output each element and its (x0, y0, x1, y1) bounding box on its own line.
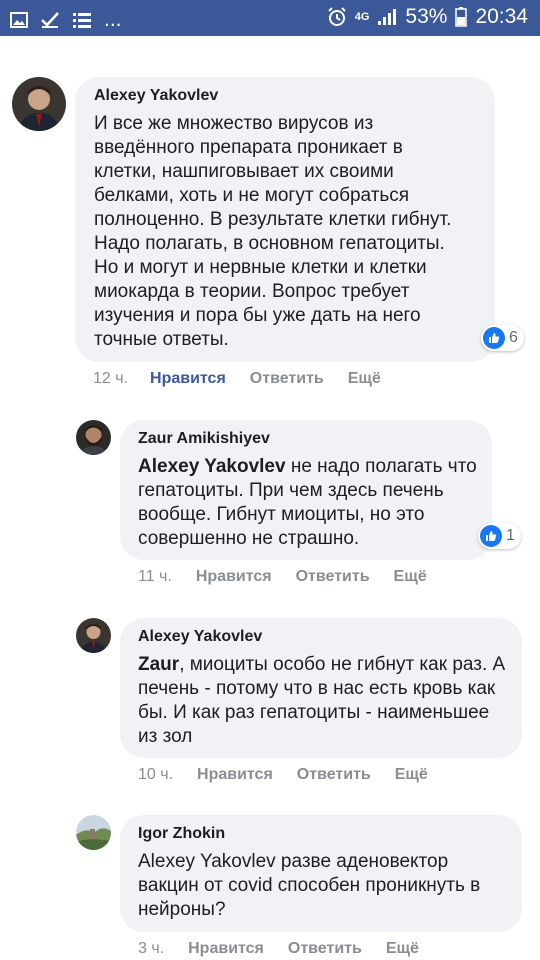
reply-button[interactable]: Ответить (250, 370, 324, 388)
more-button[interactable]: Ещё (348, 370, 381, 388)
avatar[interactable] (12, 77, 66, 131)
comment-actions: 12 ч. Нравится Ответить Ещё (93, 370, 381, 388)
comment-author[interactable]: Zaur Amikishiyev (138, 430, 270, 448)
battery-percent: 53% (405, 5, 448, 28)
battery-icon (455, 7, 468, 27)
reaction-badge[interactable]: 6 (481, 325, 524, 351)
reaction-badge[interactable]: 1 (478, 523, 521, 549)
signal-icon (378, 9, 397, 25)
more-button[interactable]: Ещё (386, 940, 419, 958)
overflow-indicator: ... (104, 8, 122, 31)
comment-author[interactable]: Igor Zhokin (138, 825, 225, 843)
mention-link[interactable]: Zaur (138, 654, 179, 675)
alarm-icon (328, 7, 346, 26)
comment-actions: 11 ч. Нравится Ответить Ещё (138, 568, 427, 586)
reply-button[interactable]: Ответить (296, 568, 370, 586)
comment-time[interactable]: 10 ч. (138, 766, 173, 784)
comment-text: Zaur, миоциты особо не гибнут как раз. А… (138, 653, 508, 749)
list-icon (73, 13, 91, 28)
comment-text: Alexey Yakovlev не надо полагать что геп… (138, 455, 478, 551)
status-bar-left: ... (10, 8, 122, 32)
reply-button[interactable]: Ответить (288, 940, 362, 958)
avatar[interactable] (76, 420, 111, 455)
status-bar-right: 4G 53% 20:34 (327, 5, 528, 29)
avatar[interactable] (76, 618, 111, 653)
status-bar: ... 4G 53% 20:34 (0, 0, 540, 36)
more-button[interactable]: Ещё (394, 568, 427, 586)
comment-text-rest: , миоциты особо не гибнут как раз. А печ… (138, 654, 506, 747)
comment-actions: 10 ч. Нравится Ответить Ещё (138, 766, 428, 784)
comment-text: Alexey Yakovlev разве аденовектор вакцин… (138, 851, 481, 920)
reply-button[interactable]: Ответить (297, 766, 371, 784)
more-button[interactable]: Ещё (395, 766, 428, 784)
image-icon (10, 12, 28, 28)
comment-text: И все же множество вирусов из введённого… (94, 113, 452, 350)
comment-actions: 3 ч. Нравится Ответить Ещё (138, 940, 419, 958)
comment-author[interactable]: Alexey Yakovlev (94, 87, 218, 105)
check-icon (41, 12, 59, 28)
clock: 20:34 (475, 5, 528, 28)
like-button[interactable]: Нравится (188, 940, 264, 958)
reaction-count: 6 (509, 329, 518, 346)
thumbs-up-icon (483, 327, 505, 349)
comment-time[interactable]: 12 ч. (93, 370, 128, 388)
mention-link[interactable]: Alexey Yakovlev (138, 456, 286, 477)
comment-time[interactable]: 3 ч. (138, 940, 164, 958)
reaction-count: 1 (506, 527, 515, 544)
avatar[interactable] (76, 815, 111, 850)
comment-time[interactable]: 11 ч. (138, 568, 172, 586)
like-button[interactable]: Нравится (197, 766, 273, 784)
like-button[interactable]: Нравится (196, 568, 272, 586)
like-button[interactable]: Нравится (150, 370, 226, 388)
comment-author[interactable]: Alexey Yakovlev (138, 628, 262, 646)
network-type: 4G (354, 10, 370, 23)
thumbs-up-icon (480, 525, 502, 547)
